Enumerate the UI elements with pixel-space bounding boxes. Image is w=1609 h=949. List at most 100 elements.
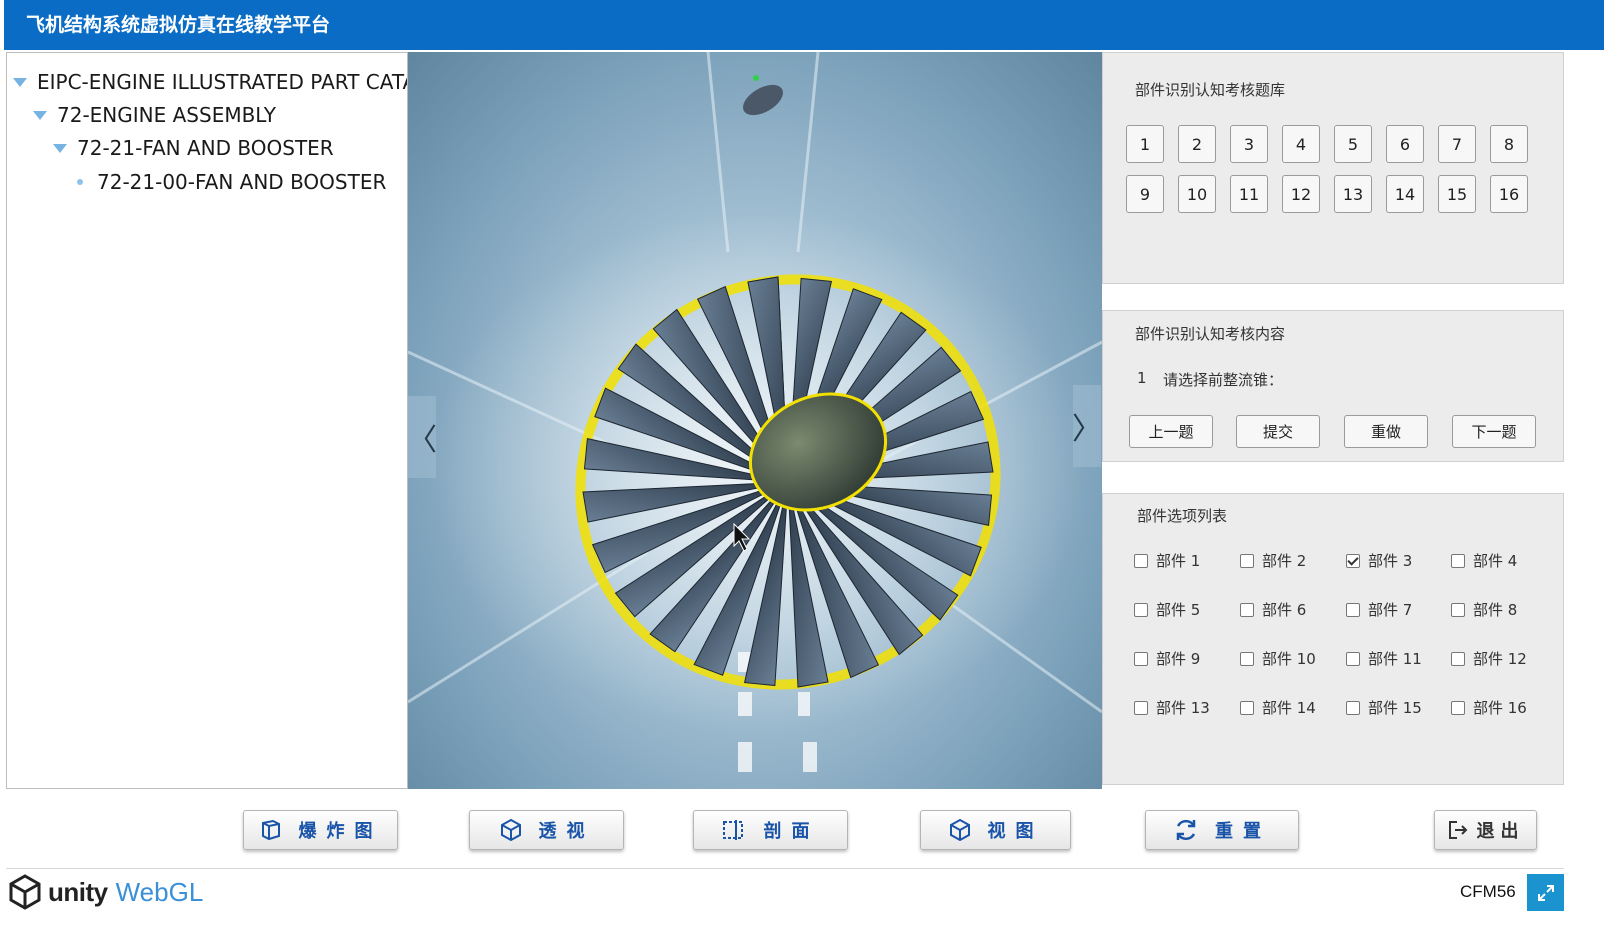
view-button[interactable]: 视图 [920,810,1071,850]
explode-view-button[interactable]: 爆炸图 [243,810,398,850]
part-option-10[interactable]: 部件 10 [1240,648,1316,669]
exit-button[interactable]: 退出 [1434,810,1537,850]
part-option-label: 部件 11 [1368,650,1422,668]
tree-item-engine-assembly[interactable]: 72-ENGINE ASSEMBLY [33,100,276,130]
part-option-1[interactable]: 部件 1 [1134,550,1200,571]
part-option-2[interactable]: 部件 2 [1240,550,1306,571]
checkbox[interactable] [1240,651,1254,666]
expand-arrow-icon[interactable] [53,143,67,153]
checkbox[interactable] [1346,602,1360,617]
question-number-button[interactable]: 3 [1230,125,1268,163]
parts-tree-panel: EIPC-ENGINE ILLUSTRATED PART CATAL 72-EN… [6,52,408,789]
reset-button[interactable]: 重置 [1145,810,1299,850]
checkbox[interactable] [1451,651,1465,666]
tree-item-fan-and-booster[interactable]: 72-21-FAN AND BOOSTER [53,133,334,163]
part-option-11[interactable]: 部件 11 [1346,648,1422,669]
question-number-button[interactable]: 9 [1126,175,1164,213]
checkbox[interactable] [1240,602,1254,617]
prev-view-button[interactable]: 〈 [408,396,437,478]
checkbox[interactable] [1451,602,1465,617]
question-bank-title: 部件识别认知考核题库 [1135,81,1286,99]
checkbox[interactable] [1240,700,1254,715]
reset-label: 重置 [1215,821,1271,842]
question-number-button[interactable]: 2 [1178,125,1216,163]
tree-item-label: EIPC-ENGINE ILLUSTRATED PART CATAL [37,70,408,94]
redo-button[interactable]: 重做 [1344,415,1428,448]
question-number-button[interactable]: 15 [1438,175,1476,213]
part-option-4[interactable]: 部件 4 [1451,550,1517,571]
exit-label: 退出 [1476,821,1525,842]
part-option-12[interactable]: 部件 12 [1451,648,1527,669]
question-number-button[interactable]: 4 [1282,125,1320,163]
question-number-button[interactable]: 7 [1438,125,1476,163]
expand-arrow-icon[interactable] [33,110,47,120]
question-number-button[interactable]: 14 [1386,175,1424,213]
perspective-button[interactable]: 透视 [469,810,624,850]
checkbox[interactable] [1134,553,1148,568]
expand-arrow-icon[interactable] [13,77,27,87]
product-name: CFM56 [1460,882,1516,901]
checkbox[interactable] [1134,700,1148,715]
part-option-7[interactable]: 部件 7 [1346,599,1412,620]
cube-icon [949,818,970,842]
question-content-title: 部件识别认知考核内容 [1135,325,1286,343]
part-option-15[interactable]: 部件 15 [1346,697,1422,718]
part-option-14[interactable]: 部件 14 [1240,697,1316,718]
tree-item-label: 72-ENGINE ASSEMBLY [57,103,277,127]
tree-item-fan-and-booster-00[interactable]: 72-21-00-FAN AND BOOSTER [73,167,386,197]
tree-item-eipc[interactable]: EIPC-ENGINE ILLUSTRATED PART CATAL [13,67,408,97]
part-option-label: 部件 16 [1473,699,1527,717]
section-icon [722,820,743,840]
question-number-button[interactable]: 16 [1490,175,1528,213]
part-option-8[interactable]: 部件 8 [1451,599,1517,620]
mini-model-icon [743,75,783,116]
question-number-button[interactable]: 1 [1126,125,1164,163]
fan-model-scene[interactable] [408,52,1102,789]
next-question-button[interactable]: 下一题 [1452,415,1536,448]
question-number-button[interactable]: 5 [1334,125,1372,163]
question-number-button[interactable]: 6 [1386,125,1424,163]
checkbox[interactable] [1240,553,1254,568]
part-option-13[interactable]: 部件 13 [1134,697,1210,718]
next-view-button[interactable]: 〉 [1072,385,1102,467]
leaf-bullet-icon [77,179,83,185]
question-number-button[interactable]: 8 [1490,125,1528,163]
prev-question-button[interactable]: 上一题 [1129,415,1213,448]
part-option-label: 部件 6 [1262,601,1307,619]
submit-button[interactable]: 提交 [1236,415,1320,448]
question-prompt: 请选择前整流锥： [1163,371,1284,389]
explode-icon [261,819,280,841]
part-option-label: 部件 2 [1262,552,1307,570]
checkbox[interactable] [1451,553,1465,568]
part-option-6[interactable]: 部件 6 [1240,599,1306,620]
checkbox[interactable] [1134,602,1148,617]
question-content-panel: 部件识别认知考核内容 1 请选择前整流锥： 上一题 提交 重做 下一题 [1102,310,1564,462]
fullscreen-button[interactable] [1527,874,1564,911]
model-viewport[interactable]: 〈 〉 [408,52,1102,789]
footer-divider [6,868,1564,869]
exit-icon [1448,821,1467,839]
question-number-button[interactable]: 10 [1178,175,1216,213]
checkbox[interactable] [1346,700,1360,715]
part-option-9[interactable]: 部件 9 [1134,648,1200,669]
section-button[interactable]: 剖面 [693,810,848,850]
checkbox[interactable] [1346,651,1360,666]
cube-icon [500,818,521,842]
tree-item-label: 72-21-00-FAN AND BOOSTER [97,170,387,194]
app-header: 飞机结构系统虚拟仿真在线教学平台 [4,0,1604,50]
part-option-16[interactable]: 部件 16 [1451,697,1527,718]
tree-item-label: 72-21-FAN AND BOOSTER [77,136,334,160]
question-number-button[interactable]: 11 [1230,175,1268,213]
part-option-3[interactable]: 部件 3 [1346,550,1412,571]
unity-webgl-logo: unity WebGL [8,874,203,910]
question-bank-panel: 部件识别认知考核题库 1 2 3 4 5 6 7 8 9 10 11 12 13… [1102,52,1564,284]
question-number-button[interactable]: 13 [1334,175,1372,213]
checkbox[interactable] [1451,700,1465,715]
part-option-5[interactable]: 部件 5 [1134,599,1200,620]
part-option-label: 部件 9 [1156,650,1201,668]
checkbox-checked[interactable] [1346,553,1360,568]
question-number-button[interactable]: 12 [1282,175,1320,213]
checkbox[interactable] [1134,651,1148,666]
part-option-label: 部件 4 [1473,552,1518,570]
view-label: 视图 [987,821,1044,842]
